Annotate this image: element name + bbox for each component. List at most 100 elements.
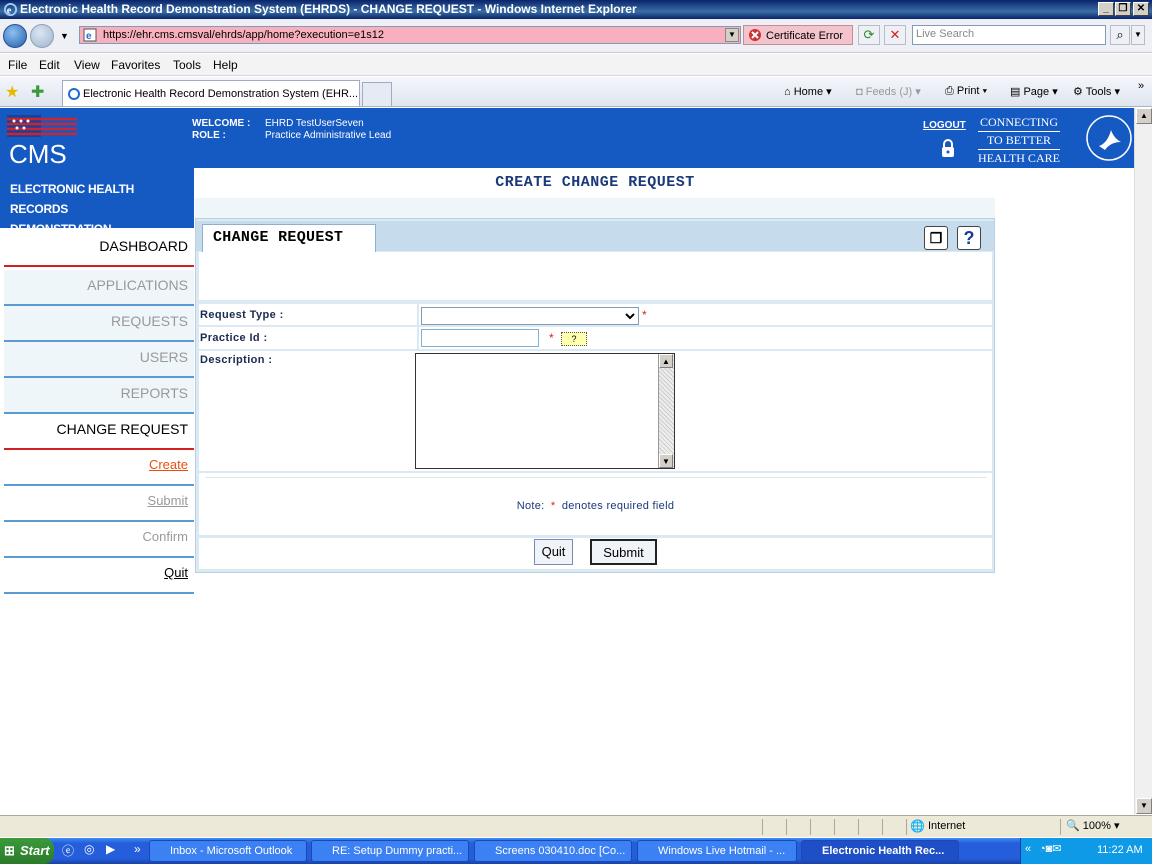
ie-quicklaunch-icon[interactable]: ⓔ (62, 842, 74, 859)
lock-icon[interactable] (940, 138, 956, 158)
sidebar-subitem-confirm[interactable]: Confirm (4, 522, 194, 558)
back-button[interactable] (3, 24, 27, 48)
help-icon[interactable]: ? (957, 226, 981, 250)
quit-button[interactable]: Quit (534, 539, 573, 565)
scroll-up-icon[interactable]: ▲ (1136, 108, 1152, 124)
request-type-select[interactable] (421, 307, 639, 325)
welcome-user: EHRD TestUserSeven (265, 118, 364, 129)
note-area: Note: * denotes required field (199, 473, 992, 535)
sidebar-item-requests[interactable]: REQUESTS (4, 306, 194, 342)
tray-expand-chevron-icon[interactable]: « (1025, 843, 1031, 855)
start-button[interactable]: ⊞ Start (0, 838, 54, 864)
close-window-button[interactable]: ✕ (1133, 2, 1149, 16)
print-icon: ⎙ (945, 85, 954, 97)
scroll-down-icon[interactable]: ▼ (659, 454, 673, 468)
taskbar-item-ehr[interactable]: Electronic Health Rec... (801, 840, 959, 862)
tools-command[interactable]: ⚙ Tools ▾ (1073, 85, 1120, 98)
menu-view[interactable]: View (74, 58, 100, 72)
scroll-down-icon[interactable]: ▼ (1136, 798, 1152, 814)
recent-pages-chevron-icon[interactable]: ▼ (60, 31, 69, 41)
stop-icon[interactable]: ✕ (884, 25, 906, 45)
favorites-star-icon[interactable]: ★ (5, 82, 19, 102)
feeds-command[interactable]: ◘ Feeds (J) ▾ (856, 85, 921, 98)
ie-page-icon (68, 88, 80, 100)
description-scrollbar[interactable]: ▲ ▼ (658, 354, 674, 468)
panel-intro-area (199, 252, 992, 300)
copy-icon[interactable]: ❐ (924, 226, 948, 250)
welcome-label: WELCOME : (192, 118, 251, 129)
sidebar-item-applications[interactable]: APPLICATIONS (4, 270, 194, 306)
scroll-up-icon[interactable]: ▲ (659, 354, 673, 368)
required-note: Note: * denotes required field (516, 500, 675, 512)
menu-edit[interactable]: Edit (39, 58, 60, 72)
tray-icons[interactable]: ◔◙✉ (1039, 842, 1062, 855)
welcome-block: WELCOME : EHRD TestUserSeven ROLE : Practi… (192, 118, 391, 142)
outlook-quicklaunch-icon[interactable]: ◎ (84, 842, 94, 856)
sidebar-item-reports[interactable]: REPORTS (4, 378, 194, 414)
taskbar-item-email[interactable]: RE: Setup Dummy practi... (311, 840, 469, 862)
description-row: Description : ▲ ▼ (199, 351, 992, 471)
sidebar-title: ELECTRONIC HEALTH RECORDS DEMONSTRATION (0, 168, 194, 236)
windows-logo-icon: ⊞ (4, 843, 15, 858)
menu-favorites[interactable]: Favorites (111, 58, 160, 72)
menu-tools[interactable]: Tools (173, 58, 201, 72)
refresh-icon[interactable]: ⟳ (858, 25, 880, 45)
search-input[interactable]: Live Search (912, 25, 1106, 45)
divider (205, 477, 987, 478)
status-bar: 🌐 Internet 🔍 100% ▾ (0, 815, 1152, 837)
panel-header: CHANGE REQUEST ❐ ? (196, 221, 994, 252)
menu-help[interactable]: Help (213, 58, 238, 72)
sidebar-item-dashboard[interactable]: DASHBOARD (4, 231, 194, 267)
sidebar-subitem-create[interactable]: Create (4, 450, 194, 486)
add-favorites-icon[interactable]: ✚ (31, 82, 44, 102)
maximize-button[interactable]: ❐ (1115, 2, 1131, 16)
practice-id-label: Practice Id : (200, 332, 268, 344)
sidebar: ELECTRONIC HEALTH RECORDS DEMONSTRATION … (0, 168, 195, 814)
more-quicklaunch-chevron-icon[interactable]: » (134, 842, 141, 856)
minimize-button[interactable]: _ (1098, 2, 1114, 16)
practice-id-help-button[interactable]: ? (561, 332, 587, 346)
panel-title: CHANGE REQUEST (202, 224, 376, 252)
taskbar-item-word[interactable]: Screens 030410.doc [Co... (474, 840, 632, 862)
sidebar-subitem-quit[interactable]: Quit (4, 558, 194, 594)
page-icon: ▤ (1010, 86, 1021, 98)
sidebar-item-users[interactable]: USERS (4, 342, 194, 378)
search-options-chevron-icon[interactable]: ▼ (1131, 25, 1145, 45)
taskbar-item-hotmail[interactable]: Windows Live Hotmail - ... (637, 840, 797, 862)
title-spacer (195, 198, 995, 218)
zoom-control[interactable]: 🔍 100% ▾ (1066, 819, 1119, 832)
change-request-panel: CHANGE REQUEST ❐ ? Request Type : * Prac… (195, 218, 995, 573)
page-scrollbar[interactable]: ▲ ▼ (1134, 108, 1152, 814)
new-tab-button[interactable] (362, 82, 392, 106)
more-chevron-icon[interactable]: » (1138, 80, 1144, 92)
search-icon[interactable]: ⌕ (1110, 25, 1130, 45)
page-command[interactable]: ▤ Page ▾ (1010, 85, 1058, 98)
media-quicklaunch-icon[interactable]: ▶ (106, 842, 115, 856)
taskbar-item-outlook[interactable]: Inbox - Microsoft Outlook (149, 840, 307, 862)
submit-button[interactable]: Submit (590, 539, 657, 565)
clock: 11:22 AM (1097, 844, 1143, 856)
sidebar-subitem-submit[interactable]: Submit (4, 486, 194, 522)
cms-logo: CMS (7, 115, 77, 167)
feeds-icon: ◘ (856, 86, 863, 98)
certificate-error-button[interactable]: Certificate Error (743, 25, 853, 45)
required-marker: * (549, 331, 554, 345)
url-dropdown-icon[interactable]: ▼ (725, 28, 739, 42)
menu-file[interactable]: File (8, 58, 27, 72)
svg-text:e: e (7, 5, 12, 16)
window-title: Electronic Health Record Demonstration S… (20, 2, 637, 16)
tagline: CONNECTING TO BETTER HEALTH CARE (978, 115, 1060, 165)
logout-link[interactable]: LOGOUT (923, 120, 966, 131)
print-command[interactable]: ⎙ Print ▾ (945, 85, 987, 98)
sidebar-item-change-request[interactable]: CHANGE REQUEST (4, 414, 194, 450)
role-label: ROLE : (192, 130, 226, 141)
tab-ehrds[interactable]: Electronic Health Record Demonstration S… (62, 80, 360, 106)
practice-id-input[interactable] (421, 329, 539, 347)
description-textarea[interactable]: ▲ ▼ (415, 353, 675, 469)
url-text: https://ehr.cms.cmsval/ehrds/app/home?ex… (103, 29, 384, 41)
url-input[interactable]: e https://ehr.cms.cmsval/ehrds/app/home?… (79, 26, 741, 44)
forward-button[interactable] (30, 24, 54, 48)
tab-bar: ★ ✚ Electronic Health Record Demonstrati… (0, 77, 1152, 107)
home-command[interactable]: ⌂ Home ▾ (784, 85, 832, 98)
page-icon: e (83, 28, 97, 42)
